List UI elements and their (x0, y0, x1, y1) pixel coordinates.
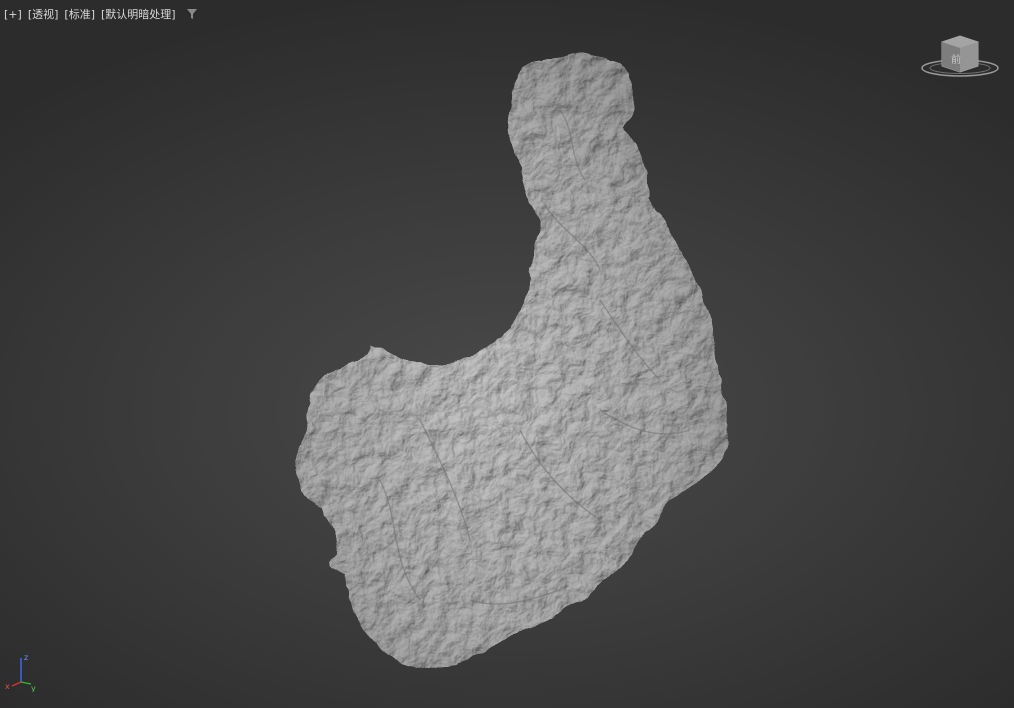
viewcube-face-label[interactable]: 前 (951, 53, 961, 66)
lighting-mode-button[interactable]: [默认明暗处理] (101, 6, 176, 22)
axis-y-label: y (31, 684, 36, 692)
viewport-label-bar: [+] [透视] [标准] [默认明暗处理] (4, 6, 198, 22)
filter-icon[interactable] (186, 8, 198, 20)
perspective-viewport[interactable]: [+] [透视] [标准] [默认明暗处理] 前 z x y (0, 0, 1014, 708)
axis-tripod-icon: z x y (5, 653, 36, 692)
view-type-button[interactable]: [透视] (28, 6, 59, 22)
viewport-menu-button[interactable]: [+] (4, 8, 22, 21)
model-body (295, 54, 728, 669)
shading-mode-button[interactable]: [标准] (64, 6, 95, 22)
viewcube-icon[interactable]: 前 (918, 30, 1002, 82)
axis-x-label: x (5, 682, 10, 691)
sculpted-model[interactable] (0, 0, 1014, 708)
axis-z-label: z (24, 653, 28, 662)
